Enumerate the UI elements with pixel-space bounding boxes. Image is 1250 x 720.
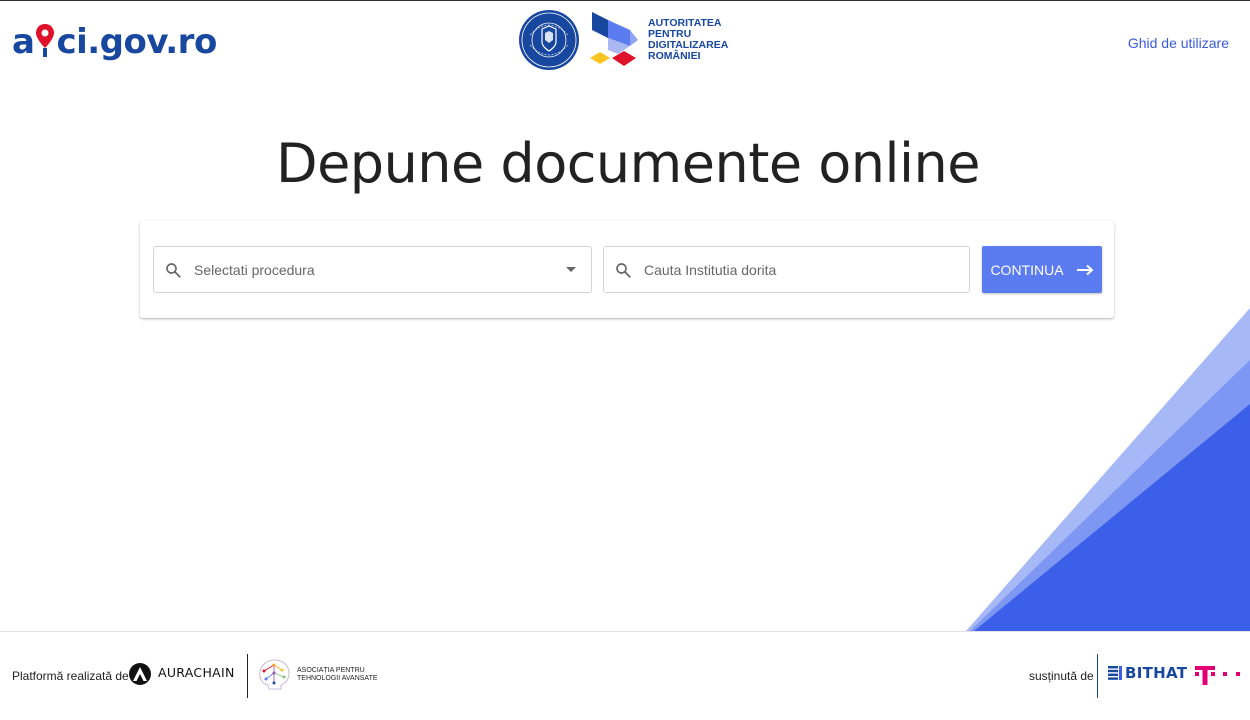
location-pin-icon [35, 23, 55, 57]
logo-text-prefix: a [12, 22, 35, 62]
made-by-label: Platformă realizată de [12, 669, 129, 683]
procedure-select[interactable] [153, 246, 592, 293]
arrow-right-icon [1076, 264, 1094, 275]
adr-logo-icon [590, 12, 638, 66]
search-card: CONTINUA [140, 221, 1114, 318]
continue-button[interactable]: CONTINUA [982, 246, 1102, 293]
chevron-down-icon[interactable] [566, 267, 576, 272]
adr-line-4: ROMÂNIEI [648, 50, 701, 62]
footer: Platformă realizată de AURACHAIN ASOCIAȚ… [0, 632, 1250, 720]
apta-line-2: TEHNOLOGII AVANSATE [297, 675, 378, 682]
supported-by-label: susținută de [1029, 669, 1094, 683]
decorative-triangles [966, 308, 1250, 631]
romanian-government-seal-icon [519, 10, 579, 70]
footer-separator [1097, 654, 1098, 698]
logo-text-suffix: ci.gov.ro [56, 22, 217, 62]
aurachain-text[interactable]: AURACHAIN [158, 665, 235, 680]
telekom-logo-icon[interactable] [1195, 662, 1243, 686]
footer-separator [247, 654, 248, 698]
bithat-logo-icon[interactable] [1108, 666, 1122, 680]
procedure-input[interactable] [194, 261, 566, 278]
continue-label: CONTINUA [990, 261, 1064, 278]
page-title: Depune documente online [276, 132, 980, 195]
institution-search[interactable] [603, 246, 970, 293]
institution-input[interactable] [644, 261, 969, 278]
apta-line-1: ASOCIAȚIA PENTRU [297, 667, 365, 674]
top-border [0, 0, 1250, 1]
search-icon [166, 262, 181, 278]
partner-logos: AUTORITATEA PENTRU DIGITALIZAREA ROMÂNIE… [518, 10, 728, 70]
apta-name[interactable]: ASOCIAȚIA PENTRU TEHNOLOGII AVANSATE [297, 667, 378, 683]
adr-name: AUTORITATEA PENTRU DIGITALIZAREA ROMÂNIE… [648, 18, 728, 62]
search-icon [616, 262, 631, 278]
user-guide-link[interactable]: Ghid de utilizare [1128, 35, 1229, 51]
bithat-text[interactable]: BITHAT [1125, 664, 1187, 682]
aurachain-logo-icon[interactable] [128, 662, 152, 686]
apta-logo-icon[interactable] [256, 657, 292, 691]
aici-gov-logo[interactable]: a ci.gov.ro [12, 16, 217, 68]
